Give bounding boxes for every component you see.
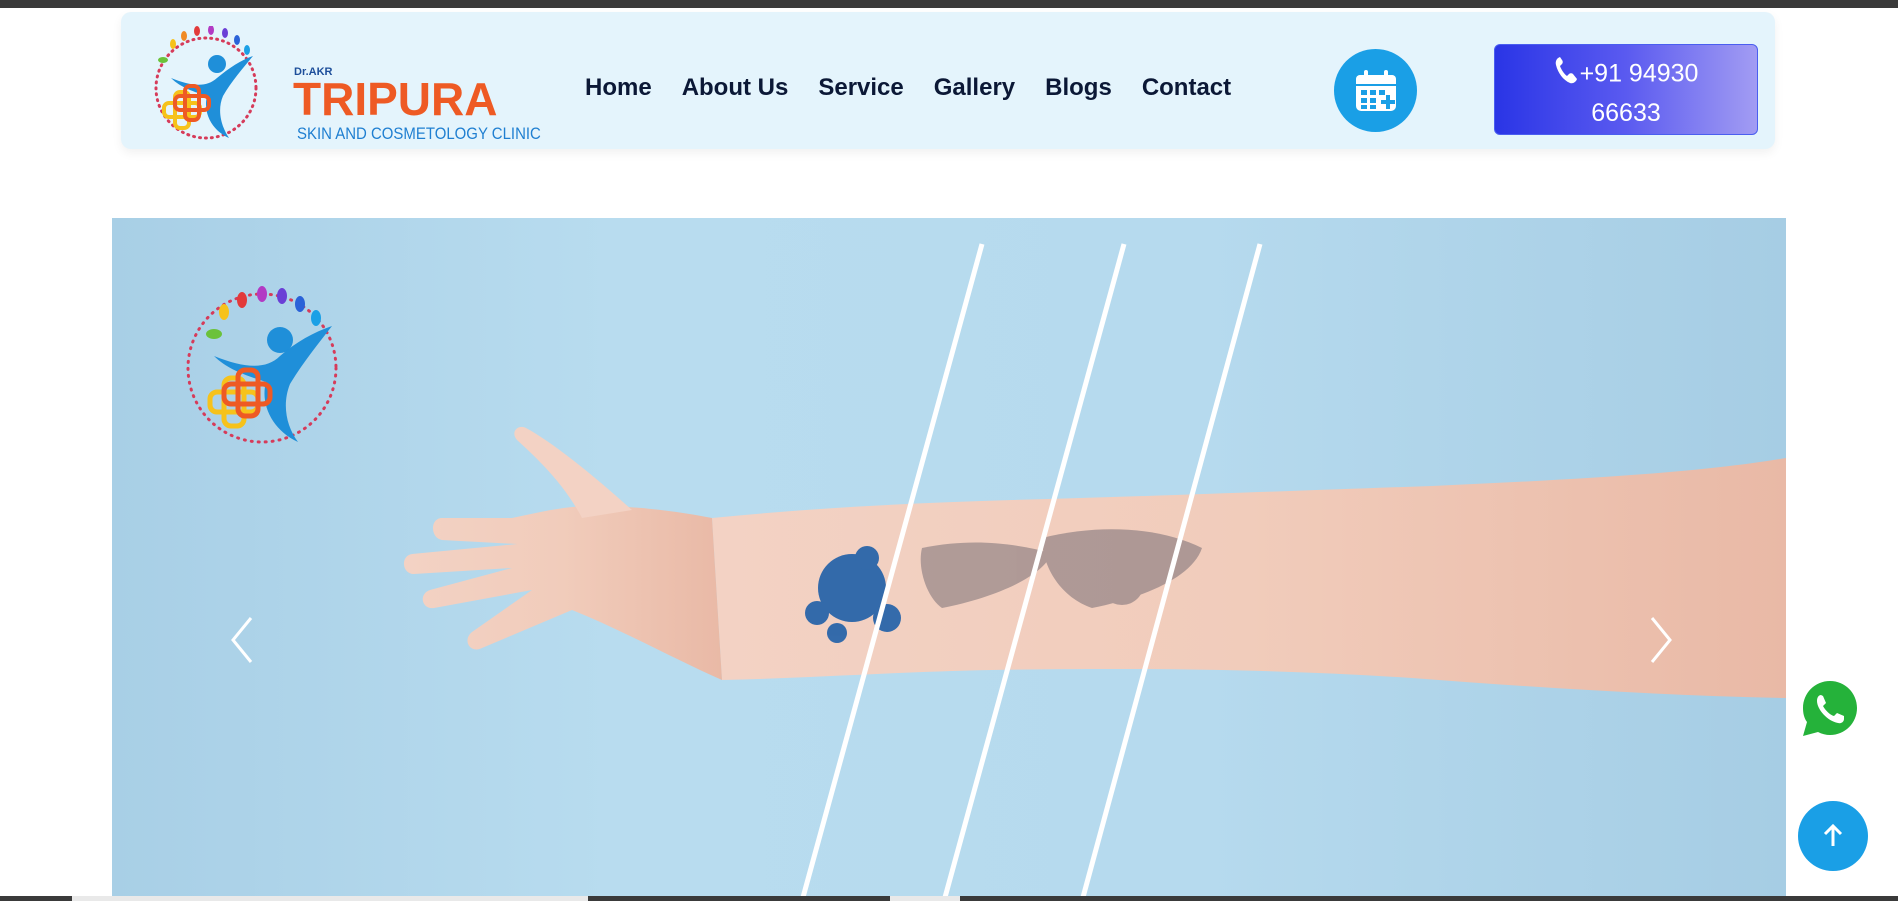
chevron-right-icon: [1650, 617, 1672, 663]
top-border: [0, 0, 1898, 8]
arrow-up-icon: [1823, 823, 1843, 846]
nav-service[interactable]: Service: [818, 74, 903, 102]
calendar-plus-icon: [1355, 69, 1396, 111]
call-button[interactable]: +91 94930 66633: [1494, 44, 1758, 135]
hero-slide-image: [186, 243, 1786, 901]
book-appointment-button[interactable]: [1334, 49, 1417, 132]
nav-gallery[interactable]: Gallery: [934, 74, 1015, 102]
hero-carousel: [112, 218, 1786, 901]
logo-emblem-icon: [154, 26, 258, 140]
scroll-to-top-button[interactable]: [1798, 801, 1868, 871]
brand-tagline: SKIN AND COSMETOLOGY CLINIC: [297, 124, 541, 143]
nav-about-us[interactable]: About Us: [682, 74, 789, 102]
phone-number-line1: +91 94930: [1579, 59, 1699, 88]
nav-home[interactable]: Home: [585, 74, 652, 102]
chevron-left-icon: [231, 617, 253, 663]
carousel-next-button[interactable]: [1642, 610, 1682, 670]
main-nav: Home About Us Service Gallery Blogs Cont…: [585, 74, 1261, 102]
site-header: Dr.AKR TRIPURA SKIN AND COSMETOLOGY CLIN…: [121, 12, 1775, 149]
carousel-prev-button[interactable]: [221, 610, 261, 670]
phone-number-line2: 66633: [1591, 99, 1661, 127]
phone-icon: [1554, 55, 1578, 95]
nav-blogs[interactable]: Blogs: [1045, 74, 1112, 102]
bottom-scrollbar: [0, 896, 1898, 901]
whatsapp-button[interactable]: [1798, 677, 1862, 741]
whatsapp-icon: [1803, 681, 1857, 736]
brand-name: TRIPURA: [293, 73, 498, 125]
clinic-logo[interactable]: Dr.AKR TRIPURA SKIN AND COSMETOLOGY CLIN…: [151, 26, 541, 144]
nav-contact[interactable]: Contact: [1142, 74, 1231, 102]
